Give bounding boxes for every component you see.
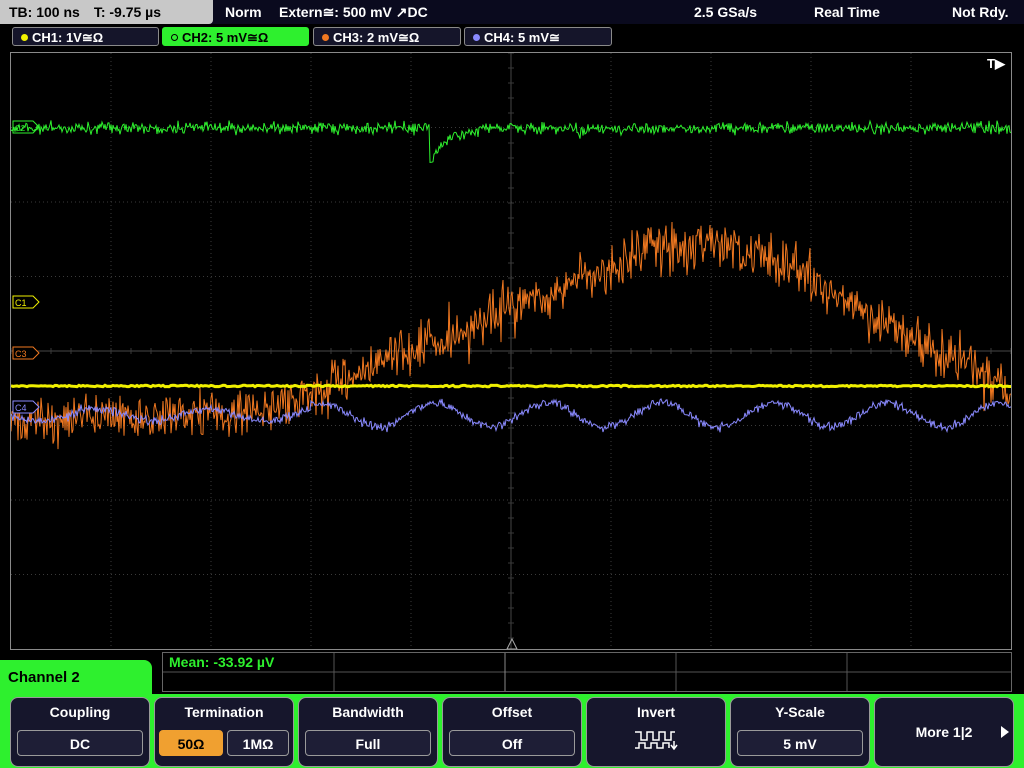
yscale-title: Y-Scale bbox=[775, 704, 825, 720]
trigger-source[interactable]: Extern≅: 500 mV ↗DC bbox=[279, 0, 428, 24]
yscale-softkey[interactable]: Y-Scale 5 mV bbox=[730, 697, 870, 767]
graticule bbox=[11, 53, 1011, 649]
timebase-box[interactable]: TB: 100 ns T: -9.75 µs bbox=[0, 0, 213, 24]
measurement-readout: Mean: -33.92 µV bbox=[169, 654, 275, 670]
offset-title: Offset bbox=[491, 704, 533, 720]
ch2-marker-label: C2 bbox=[15, 124, 26, 133]
channel-tab-label: CH2: 5 mV≅Ω bbox=[182, 30, 269, 45]
channel-tab-ch1[interactable]: CH1: 1V≅Ω bbox=[12, 27, 159, 46]
timebase-readout: TB: 100 ns bbox=[9, 4, 80, 20]
ch1-trace bbox=[11, 383, 1011, 389]
measurement-grid bbox=[163, 653, 1011, 691]
invert-square-wave-icon bbox=[635, 731, 678, 750]
ch3-ground-marker[interactable]: C3 bbox=[12, 346, 40, 360]
waveform-canvas: T▶ C2 C1 C3 C4 bbox=[11, 53, 1011, 649]
ch4-marker-label: C4 bbox=[15, 403, 27, 413]
ch4-indicator-icon bbox=[473, 34, 480, 41]
invert-title: Invert bbox=[636, 704, 676, 720]
trigger-position-marker: T▶ bbox=[987, 56, 1006, 71]
coupling-value[interactable]: DC bbox=[17, 730, 143, 756]
offset-value[interactable]: Off bbox=[449, 730, 575, 756]
ch1-ground-marker[interactable]: C1 bbox=[12, 295, 40, 309]
ch4-ground-marker[interactable]: C4 bbox=[12, 400, 40, 414]
bandwidth-title: Bandwidth bbox=[332, 704, 404, 720]
run-status: Not Rdy. bbox=[952, 4, 1009, 20]
trigger-mode[interactable]: Norm bbox=[225, 0, 262, 24]
offset-softkey[interactable]: Offset Off bbox=[442, 697, 582, 767]
channel-tab-label: CH1: 1V≅Ω bbox=[32, 30, 104, 45]
ch3-indicator-icon bbox=[322, 34, 329, 41]
more-arrow-icon bbox=[1001, 726, 1009, 738]
bandwidth-value[interactable]: Full bbox=[305, 730, 431, 756]
ch2-indicator-icon bbox=[171, 34, 178, 41]
trigger-time-marker-icon bbox=[506, 637, 518, 649]
channel-tab-label: CH3: 2 mV≅Ω bbox=[333, 30, 420, 45]
coupling-softkey[interactable]: Coupling DC bbox=[10, 697, 150, 767]
termination-softkey[interactable]: Termination 50Ω 1MΩ bbox=[154, 697, 294, 767]
yscale-value[interactable]: 5 mV bbox=[737, 730, 863, 756]
coupling-title: Coupling bbox=[49, 704, 111, 720]
channel-tab-ch4[interactable]: CH4: 5 mV≅ bbox=[464, 27, 612, 46]
channel-tab-label: CH4: 5 mV≅ bbox=[484, 30, 560, 45]
channel-tab-ch3[interactable]: CH3: 2 mV≅Ω bbox=[313, 27, 461, 46]
ch3-marker-label: C3 bbox=[15, 349, 27, 359]
acquisition-mode: Real Time bbox=[814, 4, 880, 20]
sample-rate: 2.5 GSa/s bbox=[694, 4, 758, 20]
trigger-time-readout: T: -9.75 µs bbox=[93, 4, 162, 20]
measurement-panel bbox=[162, 652, 1012, 692]
bandwidth-softkey[interactable]: Bandwidth Full bbox=[298, 697, 438, 767]
ch1-marker-label: C1 bbox=[15, 298, 27, 308]
waveform-display[interactable]: T▶ C2 C1 C3 C4 bbox=[10, 52, 1012, 650]
ch1-indicator-icon bbox=[21, 34, 28, 41]
termination-title: Termination bbox=[184, 704, 264, 720]
termination-1mohm-option[interactable]: 1MΩ bbox=[227, 730, 289, 756]
menu-channel-label: Channel 2 bbox=[0, 660, 152, 700]
more-label: More 1|2 bbox=[915, 724, 973, 740]
termination-50ohm-option[interactable]: 50Ω bbox=[159, 730, 223, 756]
channel-tab-ch2[interactable]: CH2: 5 mV≅Ω bbox=[162, 27, 309, 46]
more-softkey[interactable]: More 1|2 bbox=[874, 697, 1014, 767]
invert-softkey[interactable]: Invert bbox=[586, 697, 726, 767]
